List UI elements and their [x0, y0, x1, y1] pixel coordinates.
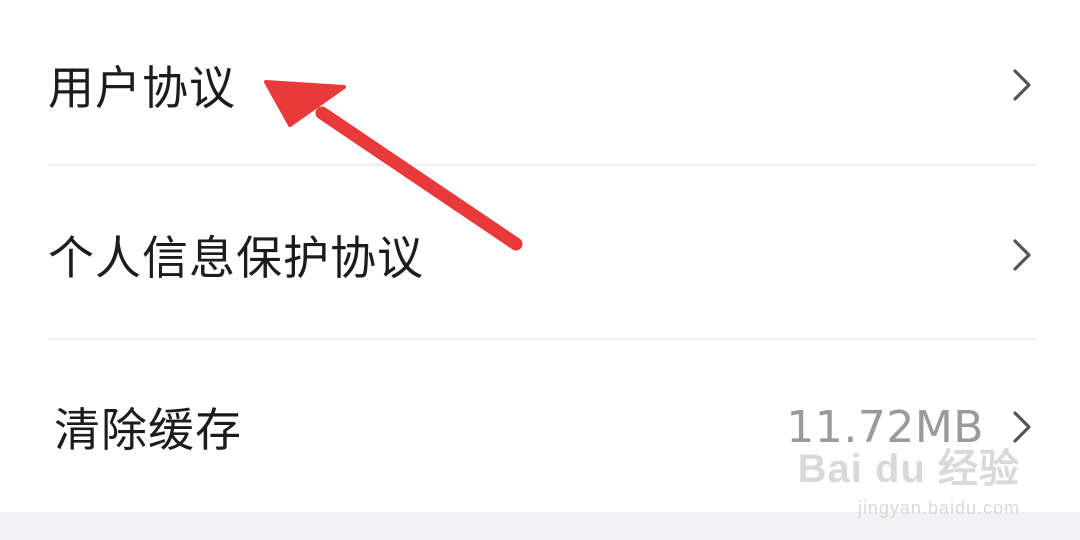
settings-screen: 用户协议 个人信息保护协议 清除缓存 11.72MB Bai du 经验 jin… — [0, 0, 1080, 540]
settings-item-label: 用户协议 — [48, 61, 236, 115]
settings-item-user-agreement[interactable]: 用户协议 — [0, 20, 1080, 150]
settings-item-label: 清除缓存 — [54, 403, 242, 457]
section-gap — [0, 512, 1080, 540]
chevron-right-icon — [1013, 69, 1031, 101]
settings-item-clear-cache[interactable]: 清除缓存 11.72MB — [0, 362, 1080, 492]
chevron-right-icon — [1013, 411, 1031, 443]
divider — [48, 338, 1036, 340]
divider — [48, 164, 1036, 166]
settings-item-label: 个人信息保护协议 — [48, 231, 424, 285]
settings-item-privacy-agreement[interactable]: 个人信息保护协议 — [0, 190, 1080, 320]
cache-size-value: 11.72MB — [786, 401, 984, 453]
chevron-right-icon — [1013, 239, 1031, 271]
